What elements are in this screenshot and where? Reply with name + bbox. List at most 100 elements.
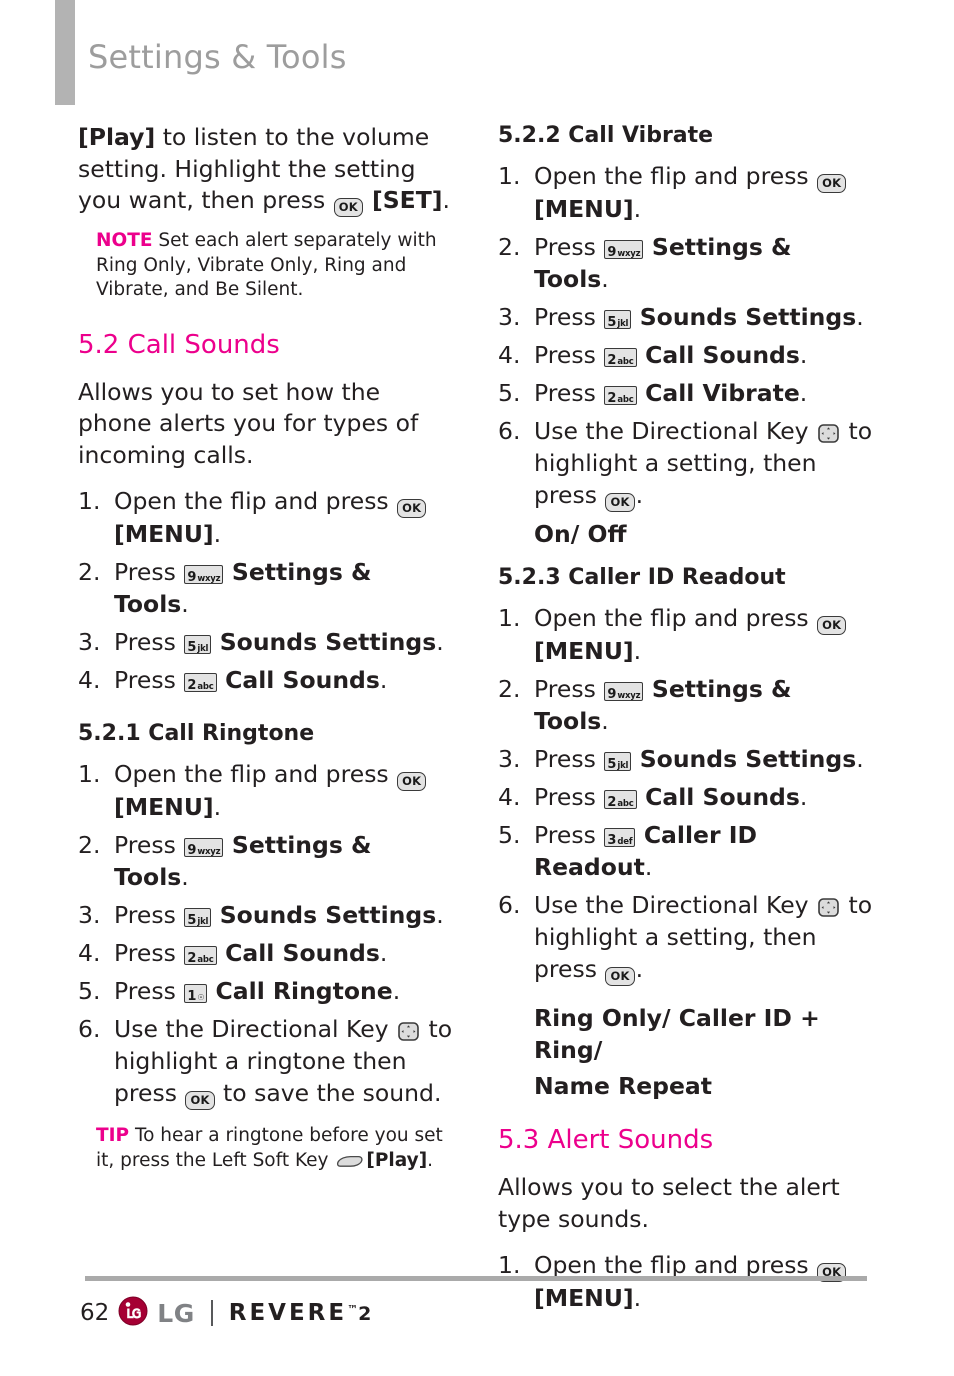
step-number: 6. — [498, 891, 521, 919]
step-pre: Press — [114, 977, 184, 1005]
digit-key-2-icon: 2abc — [184, 946, 217, 966]
step-menu-label: [MENU] — [114, 793, 214, 821]
step-post: . — [856, 303, 864, 331]
digit-key-5-icon: 5jkl — [604, 752, 632, 772]
directional-key-icon — [818, 893, 839, 917]
list-item: 4. Press 2abc Call Sounds. — [78, 664, 453, 696]
step-post: . — [601, 265, 609, 293]
step-tail: . — [633, 195, 642, 223]
digit-key-9-icon: 9wxyz — [604, 682, 644, 702]
model-text: REVERE — [228, 1300, 348, 1326]
step-text: Open the flip and press OK [MENU]. — [114, 485, 453, 550]
model-name: REVERE™2 — [229, 1300, 372, 1326]
key-digit: 9 — [607, 687, 617, 702]
key-letters: abc — [197, 955, 214, 965]
step-pre: Press — [534, 675, 604, 703]
list-item: 1. Open the flip and press OK [MENU]. — [78, 758, 453, 823]
list-item: 6. Use the Directional Key to highlight … — [498, 415, 873, 512]
digit-key-1-icon: 1☉ — [184, 984, 208, 1004]
note-tag: NOTE — [96, 230, 153, 251]
step-number: 5. — [498, 379, 521, 407]
key-digit: 1 — [187, 989, 197, 1004]
key-digit: 5 — [607, 757, 617, 772]
step-menu-label: [MENU] — [114, 520, 214, 548]
key-letters: wxyz — [617, 249, 641, 259]
step-tail: . — [633, 1284, 642, 1312]
step-pre: Press — [534, 745, 604, 773]
step-number: 4. — [498, 341, 521, 369]
list-item: 1. Open the flip and press OK [MENU]. — [498, 160, 873, 225]
step-number: 2. — [498, 233, 521, 261]
step-text: Open the flip and press OK [MENU]. — [534, 160, 873, 225]
list-item: 2. Press 9wxyz Settings & Tools. — [498, 231, 873, 295]
list-item: 2. Press 9wxyz Settings & Tools. — [78, 556, 453, 620]
step-bold: Call Vibrate — [645, 379, 800, 407]
heading-5-3: 5.3 Alert Sounds — [498, 1125, 714, 1155]
left-column: [Play] to listen to the volume setting. … — [78, 122, 453, 1173]
step-pre: Press — [534, 233, 604, 261]
list-item: 3. Press 5jkl Sounds Settings. — [498, 301, 873, 333]
step-text: Press 5jkl Sounds Settings. — [534, 301, 873, 333]
step-bold: Sounds Settings — [639, 303, 857, 331]
list-item: 6. Use the Directional Key to highlight … — [498, 889, 873, 986]
ok-key-icon: OK — [397, 772, 427, 791]
step-pre: Press — [534, 379, 604, 407]
key-digit: 2 — [187, 951, 197, 966]
step-pre: Open the flip and press — [534, 1251, 817, 1279]
step-pre: Use the Directional Key — [534, 417, 817, 445]
key-digit: 2 — [607, 391, 617, 406]
list-item: 1. Open the flip and press OK [MENU]. — [498, 1249, 873, 1314]
list-item: 6. Use the Directional Key to highlight … — [78, 1013, 453, 1110]
key-digit: 5 — [187, 913, 197, 928]
key-digit: 3 — [607, 833, 617, 848]
step-post2: to save the sound. — [215, 1079, 442, 1107]
list-item: 5. Press 3def Caller ID Readout. — [498, 819, 873, 883]
digit-key-2-icon: 2abc — [604, 348, 637, 368]
list-item: 4. Press 2abc Call Sounds. — [78, 937, 453, 969]
key-letters: wxyz — [197, 847, 221, 857]
step-menu-label: [MENU] — [534, 637, 634, 665]
ok-key-icon: OK — [817, 616, 847, 635]
ok-key-icon: OK — [333, 198, 363, 217]
step-post: . — [181, 863, 189, 891]
step-pre: Press — [114, 558, 184, 586]
heading-5-2-3: 5.2.3 Caller ID Readout — [498, 565, 786, 590]
lg-brand-text: LG — [157, 1298, 195, 1328]
step-number: 6. — [498, 417, 521, 445]
list-item: 2. Press 9wxyz Settings & Tools. — [498, 673, 873, 737]
key-digit: 2 — [187, 678, 197, 693]
digit-key-5-icon: 5jkl — [184, 908, 212, 928]
options-5-2-3-line2: Name Repeat — [534, 1072, 713, 1100]
ok-key-icon: OK — [185, 1091, 215, 1110]
list-item: 3. Press 5jkl Sounds Settings. — [78, 626, 453, 658]
trademark-symbol: ™ — [347, 1303, 359, 1316]
key-letters: ☉ — [197, 993, 205, 1002]
step-post: . — [601, 707, 609, 735]
step-tail: . — [213, 520, 222, 548]
step-number: 3. — [498, 745, 521, 773]
digit-key-5-icon: 5jkl — [184, 635, 212, 655]
step-bold: Call Sounds — [645, 341, 800, 369]
step-number: 3. — [78, 628, 101, 656]
key-digit: 5 — [187, 640, 197, 655]
step-number: 1. — [498, 1251, 521, 1279]
step-text: Press 2abc Call Sounds. — [534, 339, 873, 371]
step-post2: . — [635, 481, 644, 509]
directional-key-icon — [818, 419, 839, 443]
step-pre: Press — [114, 628, 184, 656]
key-letters: abc — [197, 682, 214, 692]
step-number: 5. — [498, 821, 521, 849]
step-pre: Press — [114, 901, 184, 929]
step-pre: Open the flip and press — [534, 162, 817, 190]
step-number: 1. — [498, 604, 521, 632]
model-version: 2 — [358, 1303, 372, 1325]
step-text: Press 5jkl Sounds Settings. — [114, 899, 453, 931]
step-number: 4. — [78, 666, 101, 694]
step-text: Press 2abc Call Sounds. — [114, 937, 453, 969]
step-number: 2. — [498, 675, 521, 703]
step-text: Press 9wxyz Settings & Tools. — [534, 673, 873, 737]
options-5-2-3-line1: Ring Only/ Caller ID + Ring/ — [534, 1004, 820, 1064]
list-item: 4. Press 2abc Call Sounds. — [498, 781, 873, 813]
list-item: 2. Press 9wxyz Settings & Tools. — [78, 829, 453, 893]
step-bold: Sounds Settings — [219, 628, 437, 656]
